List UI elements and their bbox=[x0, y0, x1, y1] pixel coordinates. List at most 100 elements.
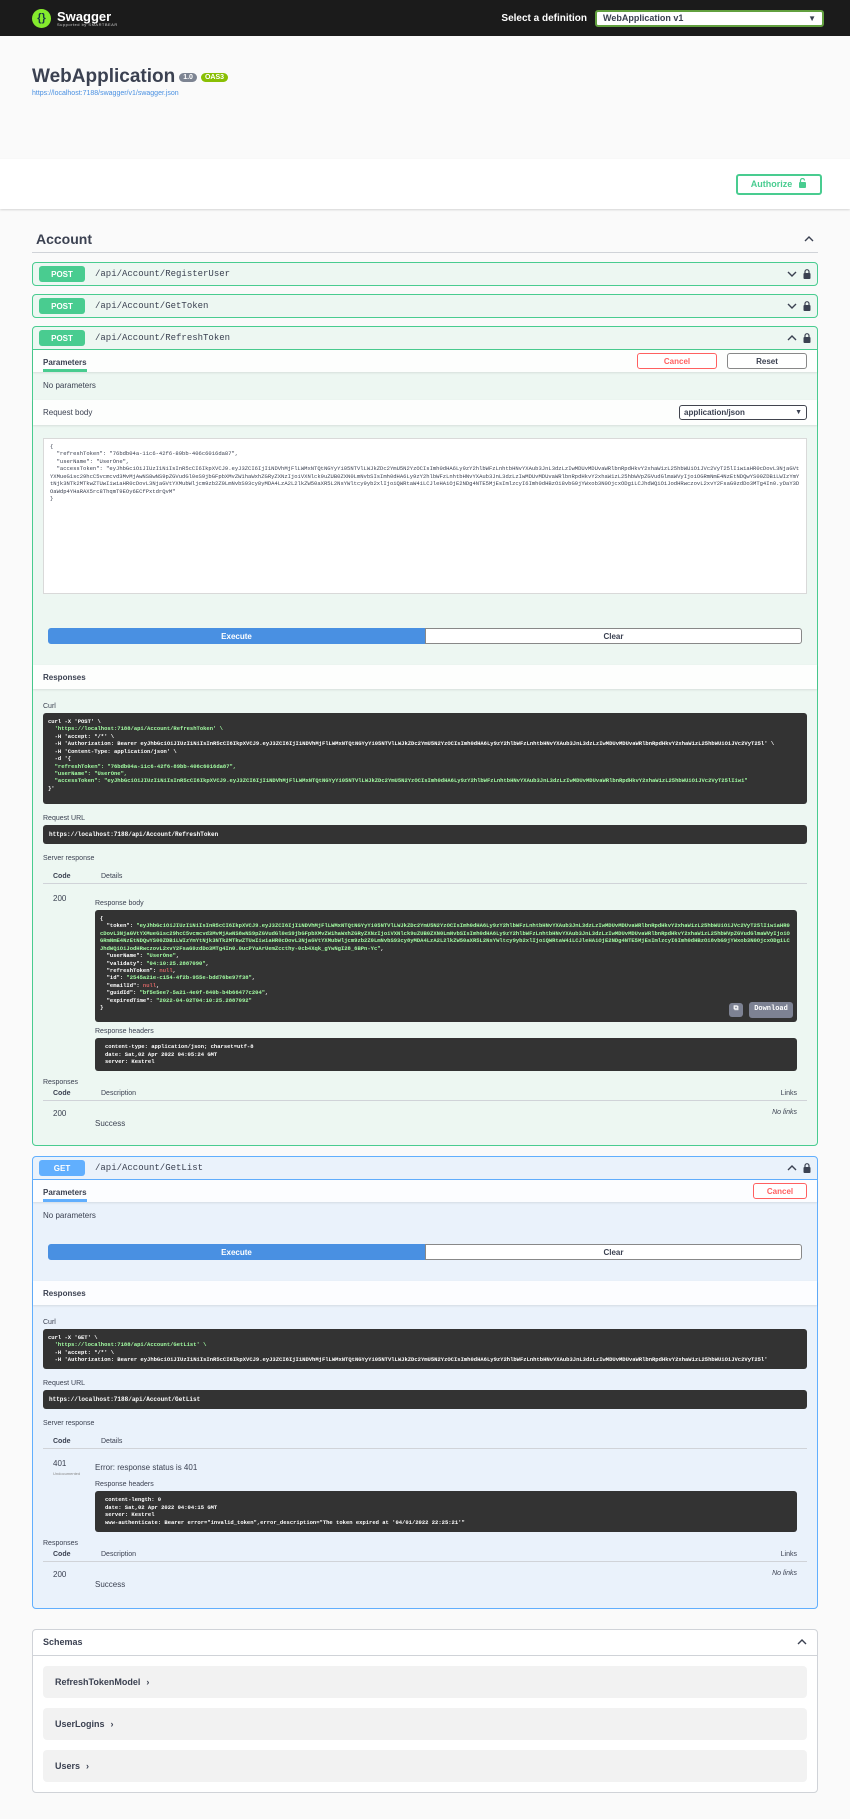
code-line: -H 'accept: */*' \ bbox=[48, 732, 115, 740]
json-value: "04:10:25.2887090" bbox=[146, 959, 206, 967]
cancel-button[interactable]: Cancel bbox=[637, 353, 717, 369]
responses-doc-label: Responses bbox=[43, 1539, 79, 1547]
tab-parameters[interactable]: Parameters bbox=[43, 354, 87, 372]
code-line: "refreshToken": "76bdb04a-11c6-42f6-89bb… bbox=[48, 762, 237, 770]
operation-summary[interactable]: GET /api/Account/GetList bbox=[33, 1157, 817, 1179]
parameters-bar: Parameters Cancel bbox=[33, 1180, 817, 1203]
authorize-button[interactable]: Authorize bbox=[736, 173, 822, 195]
operation-path: /api/Account/GetToken bbox=[95, 301, 209, 311]
schema-model-name: RefreshTokenModel bbox=[55, 1676, 141, 1687]
response-code: 200 bbox=[53, 1109, 67, 1119]
execute-row: Execute Clear bbox=[48, 1244, 802, 1261]
chevron-up-icon bbox=[804, 235, 814, 241]
content-type-value: application/json bbox=[684, 408, 745, 417]
lock-icon[interactable] bbox=[803, 269, 811, 279]
code-column: Code bbox=[53, 1090, 71, 1098]
code-line: www-authenticate: Bearer error="invalid_… bbox=[105, 1519, 465, 1527]
operation-summary[interactable]: POST /api/Account/RegisterUser bbox=[33, 263, 817, 285]
request-body-editor[interactable]: { "refreshToken": "76bdb04a-11c6-42f6-89… bbox=[43, 438, 807, 594]
lock-icon[interactable] bbox=[803, 333, 811, 343]
scheme-container: Authorize bbox=[0, 159, 850, 209]
method-badge: GET bbox=[39, 1160, 85, 1177]
code-line: date: Sat,02 Apr 2022 04:04:15 GMT bbox=[105, 1503, 218, 1511]
operation-summary[interactable]: POST /api/Account/GetToken bbox=[33, 295, 817, 317]
response-description: Success bbox=[95, 1579, 126, 1589]
code-line: -H 'Authorization: Bearer eyJhbGciOiJIUz… bbox=[48, 740, 775, 748]
operation-summary[interactable]: POST /api/Account/RefreshToken bbox=[33, 327, 817, 349]
execute-button[interactable]: Execute bbox=[48, 628, 425, 644]
clear-button[interactable]: Clear bbox=[425, 628, 802, 644]
swagger-json-link[interactable]: https://localhost:7188/swagger/v1/swagge… bbox=[32, 90, 818, 97]
oas-badge: OAS3 bbox=[200, 72, 229, 82]
response-code: 200 bbox=[53, 1569, 67, 1579]
schema-model-name: Users bbox=[55, 1760, 81, 1771]
no-parameters-text: No parameters bbox=[43, 1211, 96, 1221]
tab-parameters[interactable]: Parameters bbox=[43, 1184, 87, 1202]
code-line: "userName": "UserOne", bbox=[48, 769, 128, 777]
curl-label: Curl bbox=[43, 703, 56, 710]
account-section-header[interactable]: Account bbox=[32, 225, 818, 253]
chevron-up-icon bbox=[787, 1165, 797, 1171]
curl-code-block[interactable]: curl -X 'POST' \ 'https://localhost:7188… bbox=[43, 713, 807, 804]
method-badge: POST bbox=[39, 298, 85, 314]
response-headers-label: Response headers bbox=[95, 1481, 154, 1489]
code-column: Code bbox=[53, 1550, 71, 1558]
response-headers-block[interactable]: content-length: 0 date: Sat,02 Apr 2022 0… bbox=[95, 1491, 797, 1532]
version-badge: 1.0 bbox=[179, 72, 197, 82]
request-url-label: Request URL bbox=[43, 1380, 86, 1388]
response-doc-row: 200 Success No links bbox=[33, 1109, 817, 1145]
schemas-header[interactable]: Schemas bbox=[33, 1630, 817, 1656]
execute-button[interactable]: Execute bbox=[48, 1244, 425, 1261]
response-body-block[interactable]: { "token": "eyJhbGciOiJIUzI1NiIsInR5cCI6… bbox=[95, 910, 797, 1022]
chevron-right-icon: › bbox=[146, 1676, 150, 1687]
content-type-select[interactable]: application/json ▼ bbox=[679, 405, 807, 420]
schema-model-refreshtokenmodel[interactable]: RefreshTokenModel › bbox=[43, 1665, 807, 1698]
curl-code-block[interactable]: curl -X 'GET' \ 'https://localhost:7188/… bbox=[43, 1329, 807, 1370]
code-line: }' bbox=[48, 784, 55, 792]
chevron-down-icon: ▼ bbox=[808, 13, 816, 23]
json-value: "2022-04-02T04:10:25.2887092" bbox=[156, 996, 252, 1004]
request-body-bar: Request body application/json ▼ bbox=[33, 400, 817, 425]
json-value: "eyJhbGciOiJIUzI1NiIsInR5cCI6IkpXVCJ9.ey… bbox=[100, 922, 790, 952]
schema-model-users[interactable]: Users › bbox=[43, 1749, 807, 1782]
response-description: Success bbox=[95, 1119, 126, 1129]
lock-icon[interactable] bbox=[803, 301, 811, 311]
authorize-label: Authorize bbox=[750, 179, 793, 189]
code-line: server: Kestrel bbox=[105, 1511, 155, 1519]
links-column: Links bbox=[780, 1550, 797, 1558]
download-button[interactable]: Download bbox=[749, 1002, 793, 1018]
code-line: -d '{ bbox=[48, 755, 72, 763]
swagger-logo[interactable]: {} Swagger Supported by SMARTBEAR bbox=[32, 8, 118, 28]
definition-select[interactable]: WebApplication v1 ▼ bbox=[595, 9, 824, 27]
request-url-box[interactable]: https://localhost:7188/api/Account/GetLi… bbox=[43, 1390, 807, 1410]
response-links: No links bbox=[772, 1109, 797, 1117]
code-line: 'https://localhost:7188/api/Account/GetL… bbox=[48, 1341, 207, 1349]
operation-refresh-token: POST /api/Account/RefreshToken Parameter… bbox=[32, 326, 818, 1147]
operation-get-list: GET /api/Account/GetList Parameters Canc… bbox=[32, 1156, 818, 1609]
json-key: "emailId": bbox=[106, 981, 143, 989]
request-body-label: Request body bbox=[43, 408, 93, 417]
json-key: "id": bbox=[106, 974, 127, 982]
server-response-label: Server response bbox=[43, 855, 95, 862]
response-headers-block[interactable]: content-type: application/json; charset=… bbox=[95, 1038, 797, 1072]
reset-button[interactable]: Reset bbox=[727, 353, 807, 369]
request-url-box[interactable]: https://localhost:7188/api/Account/Refre… bbox=[43, 825, 807, 844]
logo-subtitle: Supported by SMARTBEAR bbox=[57, 21, 118, 27]
schema-model-name: UserLogins bbox=[55, 1718, 105, 1729]
chevron-down-icon: ▼ bbox=[795, 409, 802, 416]
json-key: "validaty": bbox=[106, 959, 147, 967]
lock-icon[interactable] bbox=[803, 1163, 811, 1174]
topbar: {} Swagger Supported by SMARTBEAR Select… bbox=[0, 0, 850, 36]
response-links: No links bbox=[772, 1569, 797, 1577]
operation-register-user: POST /api/Account/RegisterUser bbox=[32, 262, 818, 286]
code-line: server: Kestrel bbox=[105, 1058, 155, 1066]
chevron-down-icon bbox=[787, 303, 797, 309]
cancel-button[interactable]: Cancel bbox=[753, 1183, 807, 1200]
clear-button[interactable]: Clear bbox=[425, 1244, 802, 1261]
operation-get-token: POST /api/Account/GetToken bbox=[32, 294, 818, 318]
responses-doc-label: Responses bbox=[43, 1079, 79, 1087]
status-code: 200 bbox=[53, 894, 67, 903]
code-line: content-type: application/json; charset=… bbox=[105, 1043, 254, 1050]
schema-model-userlogins[interactable]: UserLogins › bbox=[43, 1707, 807, 1740]
copy-icon[interactable]: ⧉ bbox=[729, 1003, 743, 1017]
